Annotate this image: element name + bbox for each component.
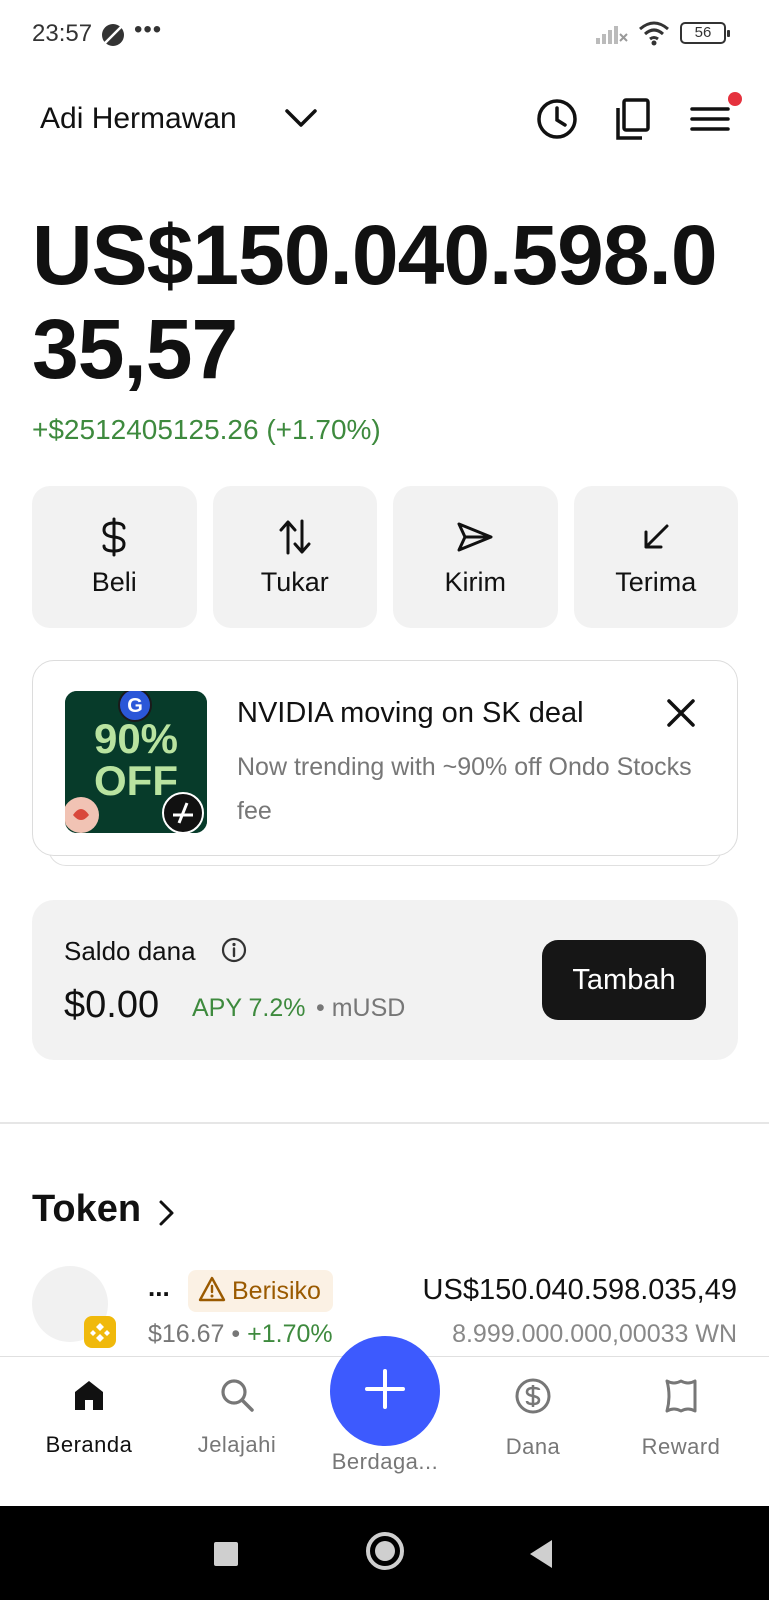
signal-icon — [596, 22, 628, 49]
system-nav-bar — [0, 1506, 769, 1600]
risk-label: Berisiko — [232, 1276, 321, 1305]
buy-label: Beli — [91, 566, 137, 597]
menu-icon[interactable] — [690, 92, 742, 142]
savings-asset: • mUSD — [316, 994, 406, 1022]
portfolio-balance: US$150.040.598.035,57 — [32, 208, 718, 396]
recent-apps-icon[interactable] — [214, 1542, 238, 1566]
plus-icon — [363, 1367, 407, 1416]
nav-home-label: Beranda — [45, 1432, 133, 1457]
nav-trade[interactable]: Berdaga... — [310, 1449, 460, 1475]
nav-reward[interactable]: Reward — [606, 1377, 756, 1460]
swap-label: Tukar — [260, 566, 329, 597]
savings-apy: APY 7.2% — [192, 994, 306, 1022]
header: Adi Hermawan — [0, 88, 769, 152]
chevron-down-icon[interactable] — [284, 106, 318, 137]
nav-trade-label: Berdaga... — [331, 1449, 439, 1474]
home-icon — [71, 1377, 107, 1418]
send-label: Kirim — [444, 566, 507, 597]
savings-card[interactable]: Saldo dana $0.00 APY 7.2% • mUSD Tambah — [32, 900, 738, 1060]
send-button[interactable]: Kirim — [393, 486, 558, 628]
promo-title: NVIDIA moving on SK deal — [237, 697, 584, 729]
battery-icon: 56 — [680, 22, 730, 44]
token-section-title[interactable]: Token — [32, 1188, 141, 1231]
receive-label: Terima — [615, 566, 697, 597]
status-time: 23:57 — [32, 20, 93, 47]
token-price: $16.67 • +1.70% — [148, 1320, 333, 1349]
trade-fab-button[interactable] — [330, 1336, 440, 1446]
receive-button[interactable]: Terima — [573, 486, 738, 628]
wifi-icon — [638, 20, 670, 51]
nav-home[interactable]: Beranda — [14, 1377, 164, 1458]
info-icon[interactable] — [220, 936, 248, 969]
nav-savings[interactable]: Dana — [458, 1377, 608, 1460]
swap-button[interactable]: Tukar — [212, 486, 377, 628]
do-not-disturb-icon — [100, 22, 126, 53]
savings-label: Saldo dana — [64, 936, 196, 966]
dollar-circle-icon — [514, 1377, 552, 1420]
buy-button[interactable]: Beli — [32, 486, 197, 628]
notification-dot — [728, 92, 742, 106]
send-icon — [455, 517, 495, 557]
quick-actions: Beli Tukar Kirim Terima — [32, 486, 738, 628]
add-funds-button[interactable]: Tambah — [542, 940, 706, 1020]
home-button-icon[interactable] — [366, 1532, 404, 1570]
chevron-right-icon[interactable] — [156, 1198, 178, 1233]
svg-text:G: G — [127, 695, 143, 717]
copy-icon[interactable] — [612, 96, 658, 142]
account-name[interactable]: Adi Hermawan — [40, 102, 237, 136]
savings-amount: $0.00 — [64, 984, 160, 1026]
status-more: ••• — [134, 16, 163, 43]
promo-image-text-1: 90% — [94, 715, 178, 762]
token-amount: 8.999.000.000,00033 WN — [452, 1320, 737, 1348]
warning-icon — [198, 1276, 226, 1307]
token-name: ... — [148, 1272, 170, 1302]
nav-savings-label: Dana — [505, 1434, 561, 1459]
history-icon[interactable] — [534, 96, 580, 142]
dollar-icon — [94, 517, 134, 557]
swap-icon — [275, 517, 315, 557]
status-bar: 23:57 ••• 56 — [0, 0, 769, 66]
close-icon[interactable] — [661, 693, 701, 733]
reward-icon — [662, 1377, 700, 1420]
section-divider — [0, 1122, 769, 1124]
promo-image: G 90% OFF — [65, 691, 207, 833]
promo-image-text-2: OFF — [94, 757, 178, 804]
token-value: US$150.040.598.035,49 — [422, 1274, 737, 1306]
nav-explore[interactable]: Jelajahi — [162, 1377, 312, 1458]
promo-description: Now trending with ~90% off Ondo Stocks f… — [237, 753, 692, 825]
token-price-change: +1.70% — [247, 1320, 333, 1348]
back-icon[interactable] — [530, 1540, 552, 1568]
portfolio-change: +$2512405125.26 (+1.70%) — [32, 414, 381, 445]
nav-reward-label: Reward — [641, 1434, 721, 1459]
bnb-chain-icon — [84, 1316, 116, 1348]
risk-badge: Berisiko — [188, 1270, 333, 1312]
token-price-value: $16.67 • — [148, 1320, 241, 1348]
search-icon — [219, 1377, 255, 1418]
promo-card[interactable]: G 90% OFF NVIDIA moving on SK deal Now t… — [32, 660, 738, 856]
receive-icon — [636, 517, 676, 557]
nav-explore-label: Jelajahi — [197, 1432, 277, 1457]
